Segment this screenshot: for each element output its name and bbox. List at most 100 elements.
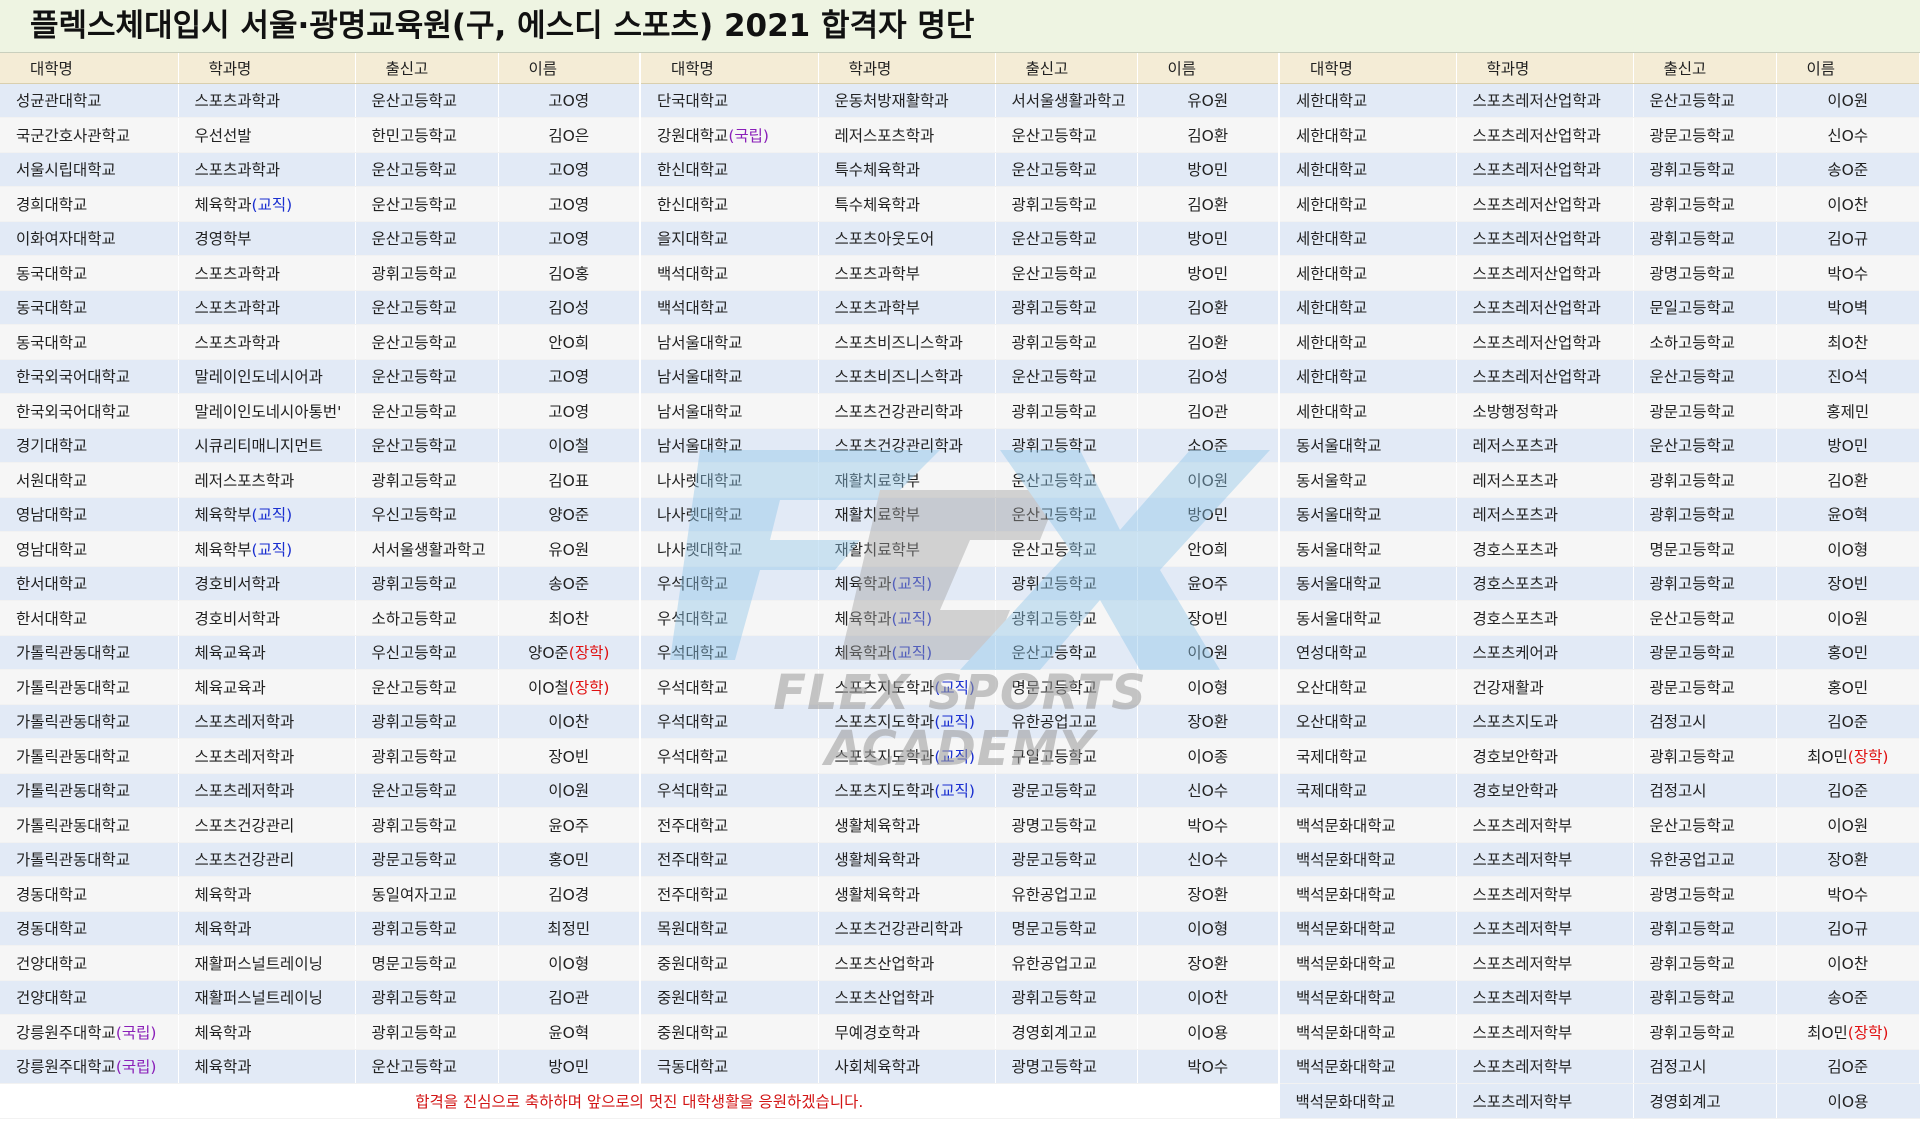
high-school-cell: 운산고등학교 [355, 186, 499, 222]
department-cell: 체육교육과 [178, 669, 356, 705]
department-cell: 재활치료학부 [818, 497, 996, 532]
student-name-cell: 장O환 [1137, 945, 1280, 981]
student-name-cell: 김O규 [1776, 911, 1920, 946]
university-name: 목원대학교 [657, 920, 729, 939]
university-cell: 가톨릭관동대학교 [0, 773, 179, 808]
high-school-name: 광명고등학교 [1011, 816, 1098, 835]
high-school-cell: 명문고등학교 [1633, 531, 1777, 567]
department-name: 스포츠건강관리학과 [834, 402, 963, 421]
high-school-cell: 운산고등학교 [995, 117, 1138, 153]
university-name: 우석대학교 [657, 747, 729, 766]
student-name-cell: 최O민(장학) [1776, 1014, 1920, 1050]
column-header: 이름 [1137, 53, 1280, 84]
high-school-cell: 광휘고등학교 [995, 980, 1138, 1015]
university-name: 서울시립대학교 [16, 161, 116, 180]
university-cell: 중원대학교 [640, 945, 819, 981]
high-school-cell: 운산고등학교 [1633, 428, 1777, 463]
department-name: 체육학과 [194, 920, 252, 939]
department-name-cell: 스포츠레저학부 [1456, 1083, 1634, 1119]
high-school-name: 운산고등학교 [371, 195, 458, 214]
student-name: 김O준 [1827, 782, 1869, 801]
university-cell: 백석문화대학교 [1279, 1049, 1457, 1084]
department-cell: 스포츠레저산업학과 [1456, 83, 1634, 118]
department-cell: 스포츠케어과 [1456, 635, 1634, 670]
university-name: 성균관대학교 [16, 92, 102, 111]
student-name-cell: 양O준(장학) [498, 635, 641, 670]
student-name-cell: 장O환 [1137, 876, 1280, 912]
scholarship-tag: (장학) [1847, 747, 1889, 766]
department-cell: 경호보안학과 [1456, 773, 1634, 808]
university-cell: 백석문화대학교 [1279, 807, 1457, 843]
high-school-cell: 운산고등학교 [995, 221, 1138, 256]
university-name: 가톨릭관동대학교 [16, 816, 131, 835]
student-name-cell: 이O원 [498, 773, 641, 808]
department-name: 스포츠지도학과 [834, 747, 935, 766]
department-cell: 스포츠레저산업학과 [1456, 290, 1634, 325]
university-cell: 세한대학교 [1279, 359, 1457, 394]
department-name: 스포츠레저학과 [194, 713, 295, 732]
department-name: 체육학과 [194, 1023, 252, 1042]
teaching-tag: (교직) [891, 575, 933, 594]
high-school-name: 명문고등학교 [1011, 920, 1098, 939]
table-row: 강릉원주대학교(국립) 체육학과 광휘고등학교 윤O혁 중원대학교 무예경호학과 경영회계고… [0, 1014, 1920, 1050]
column-header: 이름 [1776, 53, 1920, 84]
national-tag: (국립) [115, 1023, 157, 1042]
department-name: 말레이인도네시아통번' [194, 402, 342, 421]
high-school-cell: 광문고등학교 [995, 842, 1138, 877]
university-name: 세한대학교 [1296, 230, 1368, 249]
student-name: 이O철 [548, 437, 590, 456]
student-name: 김O은 [548, 126, 590, 145]
department-name: 레저스포츠과 [1472, 437, 1559, 456]
teaching-tag: (교직) [934, 747, 975, 766]
high-school-name: 운산고등학교 [1649, 92, 1736, 111]
student-name: 소O준 [1187, 437, 1229, 456]
student-name: 장O빈 [1187, 609, 1229, 628]
department-name: 스포츠레저산업학과 [1472, 195, 1601, 214]
student-name-cell: 김O환 [1137, 324, 1280, 360]
high-school-cell: 유한공업고교 [995, 704, 1138, 739]
student-name-cell: 윤O주 [1137, 566, 1280, 601]
university-name: 백석문화대학교 [1296, 1023, 1396, 1042]
high-school-cell: 광휘고등학교 [1633, 221, 1777, 256]
university-name: 경희대학교 [16, 195, 88, 214]
university-cell: 백석문화대학교 [1279, 945, 1457, 981]
department-cell: 말레이인도네시어과 [178, 359, 356, 394]
high-school-name: 광휘고등학교 [371, 471, 458, 490]
high-school-name: 광휘고등학교 [1011, 437, 1098, 456]
high-school-cell: 서서울생활과학고 [355, 531, 499, 567]
high-school-name: 운산고등학교 [1649, 609, 1736, 628]
student-name: 이O찬 [548, 713, 590, 732]
university-name: 백석대학교 [657, 299, 729, 318]
high-school-cell: 우신고등학교 [355, 497, 499, 532]
high-school-name: 운산고등학교 [371, 161, 458, 180]
teaching-tag: (교직) [891, 609, 933, 628]
university-cell: 중원대학교 [640, 980, 819, 1015]
student-name: 안O희 [1187, 540, 1229, 559]
high-school-cell: 광휘고등학교 [995, 428, 1138, 463]
department-cell: 레저스포츠학과 [818, 117, 996, 153]
student-name: 방O민 [1187, 161, 1229, 180]
student-name-cell: 신O수 [1137, 773, 1280, 808]
university-cell: 강원대학교(국립) [640, 117, 819, 153]
student-name-cell: 박O수 [1776, 876, 1920, 912]
column-header: 이름 [498, 53, 641, 84]
student-name: 김O규 [1827, 230, 1869, 249]
student-name-cell: 이O원 [1137, 462, 1280, 498]
high-school-name: 유한공업고교 [1011, 954, 1098, 973]
university-name: 동국대학교 [16, 333, 88, 352]
student-name-cell: 유O원 [1137, 83, 1280, 118]
student-name-cell: 고O영 [498, 83, 641, 118]
student-name: 김O규 [1827, 920, 1869, 939]
department-name: 특수체육학과 [834, 195, 921, 214]
university-cell: 국제대학교 [1279, 738, 1457, 774]
university-cell: 한신대학교 [640, 186, 819, 222]
student-name: 이O원 [548, 782, 590, 801]
student-name: 김O환 [1187, 195, 1229, 214]
university-name: 세한대학교 [1296, 402, 1368, 421]
student-name-cell: 신O수 [1137, 842, 1280, 877]
university-name: 경동대학교 [16, 885, 88, 904]
university-cell: 동국대학교 [0, 255, 179, 291]
table-row: 한서대학교 경호비서학과 광휘고등학교 송O준 우석대학교 체육학과(교직) 광휘고등학교 윤… [0, 566, 1920, 601]
student-name: 유O원 [548, 540, 590, 559]
high-school-cell: 운산고등학교 [355, 324, 499, 360]
